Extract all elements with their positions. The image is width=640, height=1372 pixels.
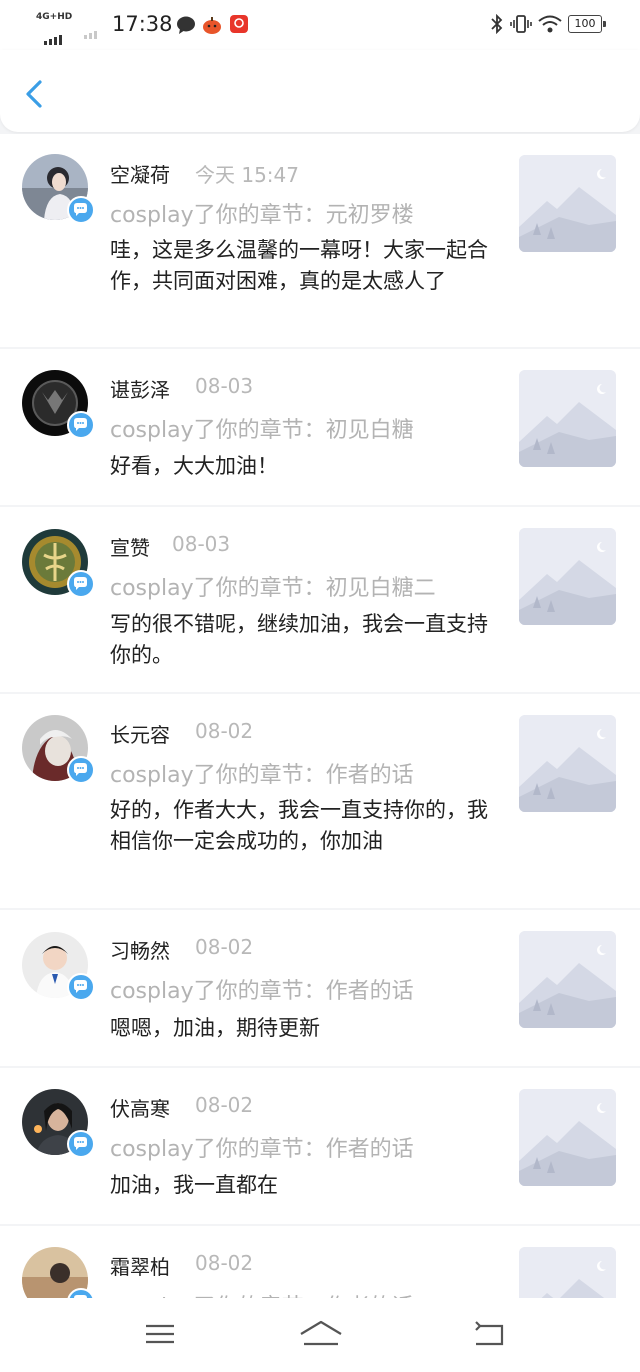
chapter-reference: cosplay了你的章节：作者的话	[110, 763, 414, 788]
landscape-placeholder-icon	[519, 1089, 616, 1186]
chat-badge-icon	[67, 411, 95, 439]
comment-text: 加油，我一直都在	[110, 1173, 278, 1197]
comment-time: 08-02	[195, 1251, 254, 1275]
chat-badge-icon	[67, 973, 95, 1001]
battery-level: 100	[574, 17, 596, 30]
landscape-placeholder-icon	[519, 370, 616, 467]
chat-badge-icon	[67, 756, 95, 784]
comment-time: 08-02	[195, 1093, 254, 1117]
comment-text: 好看，大大加油！	[110, 454, 278, 478]
landscape-placeholder-icon	[519, 528, 616, 625]
chat-badge-icon	[67, 1130, 95, 1158]
comment-time: 08-03	[195, 374, 254, 398]
battery-icon: 100	[568, 15, 606, 33]
vibrate-icon	[510, 15, 532, 33]
landscape-placeholder-icon	[519, 931, 616, 1028]
wifi-icon	[538, 15, 562, 33]
back-icon[interactable]	[470, 1316, 510, 1352]
chapter-thumbnail[interactable]	[519, 155, 616, 252]
chapter-reference: cosplay了你的章节：初见白糖	[110, 418, 414, 443]
chat-bubble-icon	[177, 16, 195, 34]
comment-time: 08-02	[195, 719, 254, 743]
chapter-thumbnail[interactable]	[519, 528, 616, 625]
bluetooth-icon	[491, 14, 503, 34]
chevron-left-icon[interactable]	[18, 74, 52, 114]
chapter-thumbnail[interactable]	[519, 931, 616, 1028]
commenter-name[interactable]: 宣赞	[110, 532, 150, 561]
comment-text: 哇，这是多么温馨的一幕呀！大家一起合作，共同面对困难，真的是太感人了	[110, 238, 488, 293]
system-nav-bar	[0, 1298, 640, 1372]
commenter-name[interactable]: 霜翠柏	[110, 1251, 170, 1280]
status-bar: 4G+HD 17:38 100	[0, 0, 640, 50]
chat-badge-icon	[67, 196, 95, 224]
chat-badge-icon	[67, 1288, 95, 1298]
comment-item[interactable]: 长元容 08-02 cosplay了你的章节：作者的话 好的，作者大大，我会一直…	[0, 694, 640, 908]
comment-text: 写的很不错呢，继续加油，我会一直支持你的。	[110, 612, 488, 667]
chapter-reference: cosplay了你的章节：作者的话	[110, 1289, 414, 1298]
comment-time: 08-02	[195, 935, 254, 959]
chapter-thumbnail[interactable]	[519, 1247, 616, 1298]
shopping-app-icon	[230, 15, 248, 33]
commenter-name[interactable]: 长元容	[110, 719, 170, 748]
comment-item[interactable]: 宣赞 08-03 cosplay了你的章节：初见白糖二 写的很不错呢，继续加油，…	[0, 507, 640, 692]
comment-item[interactable]: 习畅然 08-02 cosplay了你的章节：作者的话 嗯嗯，加油，期待更新	[0, 910, 640, 1066]
comment-text: 嗯嗯，加油，期待更新	[110, 1016, 320, 1040]
status-time: 17:38	[112, 12, 173, 36]
chapter-reference: cosplay了你的章节：元初罗楼	[110, 203, 414, 228]
landscape-placeholder-icon	[519, 155, 616, 252]
chat-badge-icon	[67, 570, 95, 598]
menu-icon[interactable]	[140, 1316, 180, 1352]
commenter-name[interactable]: 空凝荷	[110, 159, 170, 188]
landscape-placeholder-icon	[519, 1247, 616, 1298]
landscape-placeholder-icon	[519, 715, 616, 812]
network-type: 4G+HD	[36, 12, 73, 22]
commenter-name[interactable]: 习畅然	[110, 935, 170, 964]
chapter-thumbnail[interactable]	[519, 715, 616, 812]
comment-time: 今天 15:47	[195, 163, 299, 187]
commenter-name[interactable]: 谌彭泽	[110, 374, 170, 403]
commenter-name[interactable]: 伏高寒	[110, 1093, 170, 1122]
chapter-thumbnail[interactable]	[519, 1089, 616, 1186]
chapter-reference: cosplay了你的章节：作者的话	[110, 979, 414, 1004]
comment-item[interactable]: 谌彭泽 08-03 cosplay了你的章节：初见白糖 好看，大大加油！	[0, 349, 640, 505]
pumpkin-app-icon	[203, 17, 221, 34]
signal-weak-icon	[84, 20, 99, 39]
header	[0, 50, 640, 132]
signal-icon: 4G+HD	[36, 12, 76, 45]
chapter-reference: cosplay了你的章节：初见白糖二	[110, 576, 436, 601]
comment-text: 好的，作者大大，我会一直支持你的，我相信你一定会成功的，你加油	[110, 798, 488, 853]
home-icon[interactable]	[298, 1316, 344, 1352]
comment-time: 08-03	[172, 532, 231, 556]
comment-item[interactable]: 伏高寒 08-02 cosplay了你的章节：作者的话 加油，我一直都在	[0, 1068, 640, 1224]
comment-list[interactable]: 空凝荷 今天 15:47 cosplay了你的章节：元初罗楼 哇，这是多么温馨的…	[0, 134, 640, 1298]
comment-item[interactable]: 霜翠柏 08-02 cosplay了你的章节：作者的话	[0, 1226, 640, 1298]
chapter-thumbnail[interactable]	[519, 370, 616, 467]
chapter-reference: cosplay了你的章节：作者的话	[110, 1137, 414, 1162]
comment-item[interactable]: 空凝荷 今天 15:47 cosplay了你的章节：元初罗楼 哇，这是多么温馨的…	[0, 134, 640, 347]
